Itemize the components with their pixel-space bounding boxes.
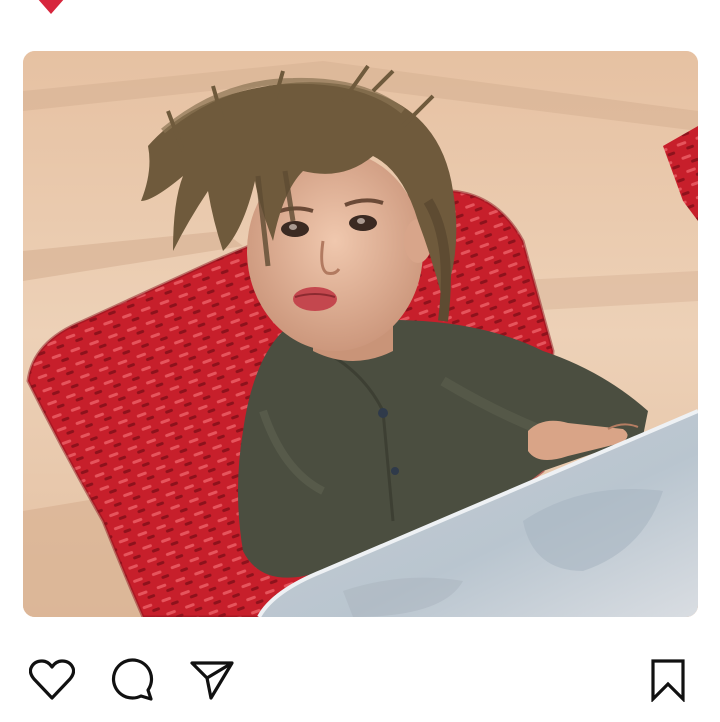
heart-outline-icon [29,659,75,700]
post-image[interactable] [23,51,698,617]
post-photo [23,51,698,617]
comment-button[interactable] [108,656,156,704]
bookmark-icon [651,659,685,702]
post-action-bar [0,652,720,708]
post-view [0,0,720,722]
paper-plane-icon [190,661,234,700]
liked-heart-icon [38,0,64,14]
share-button[interactable] [188,656,236,704]
speech-bubble-icon [111,658,154,701]
save-button[interactable] [644,656,692,704]
like-button[interactable] [28,656,76,704]
